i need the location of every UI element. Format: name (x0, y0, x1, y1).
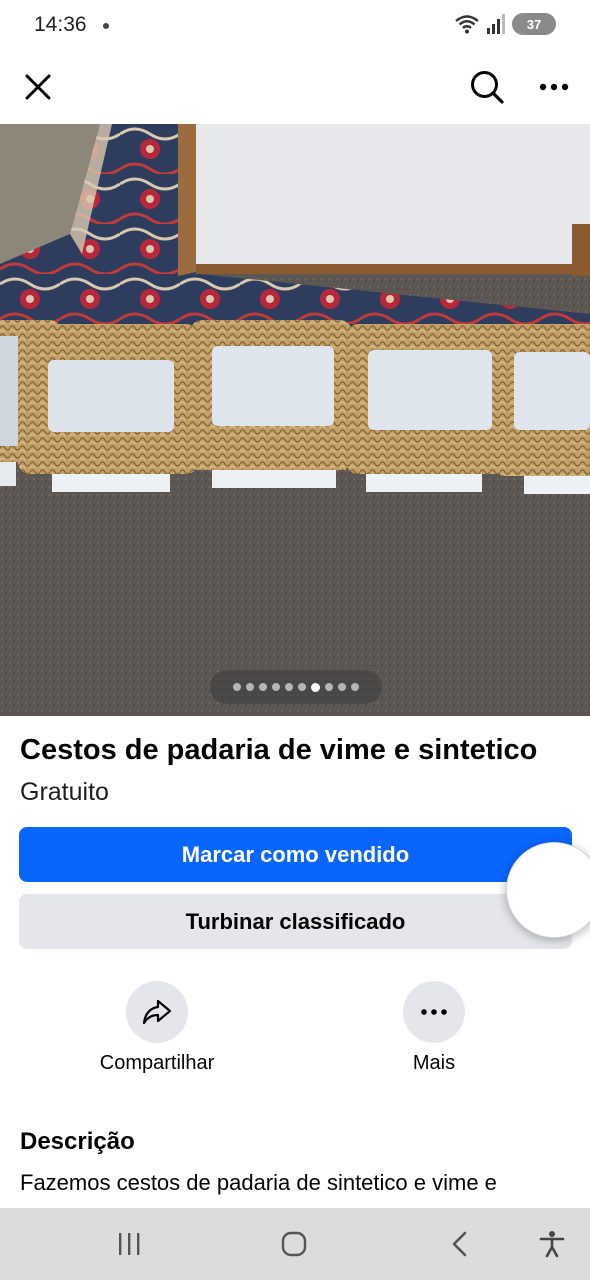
status-icons: 37 (454, 13, 556, 35)
close-button[interactable] (13, 62, 63, 112)
more-action[interactable]: Mais (354, 981, 514, 1075)
status-bar: 14:36 37 (0, 0, 590, 50)
recents-icon (119, 1233, 140, 1255)
top-bar (0, 50, 590, 124)
image-pager (210, 670, 382, 704)
listing-photo[interactable] (0, 124, 590, 716)
pager-dot[interactable] (338, 683, 346, 691)
more-button[interactable] (403, 981, 465, 1043)
pager-dot[interactable] (233, 683, 241, 691)
accessibility-button[interactable] (532, 1224, 572, 1264)
share-icon (142, 999, 172, 1025)
listing-title: Cestos de padaria de vime e sintetico (20, 734, 538, 766)
battery-level: 37 (526, 16, 542, 32)
search-button[interactable] (462, 62, 512, 112)
signal-icon (487, 14, 505, 34)
back-icon (452, 1231, 467, 1257)
pager-dot[interactable] (259, 683, 267, 691)
search-icon (471, 71, 504, 104)
battery-indicator: 37 (512, 13, 556, 35)
description-heading: Descrição (20, 1128, 135, 1155)
back-button[interactable] (440, 1224, 480, 1264)
share-label: Compartilhar (99, 1052, 215, 1074)
mark-as-sold-button[interactable]: Marcar como vendido (19, 827, 572, 882)
pager-dot[interactable] (351, 683, 359, 691)
pager-dot[interactable] (298, 683, 306, 691)
close-icon (25, 74, 51, 100)
pager-dot[interactable] (325, 683, 333, 691)
pager-dot-active[interactable] (311, 682, 320, 692)
home-icon (281, 1231, 307, 1257)
share-button[interactable] (126, 981, 188, 1043)
pager-dot[interactable] (285, 683, 293, 691)
wifi-icon (455, 15, 479, 34)
listing-price: Gratuito (20, 778, 109, 806)
status-time: 14:36 (34, 13, 87, 36)
listing-photo-image (0, 124, 590, 716)
more-label: Mais (412, 1052, 456, 1074)
more-horizontal-icon (421, 1009, 447, 1015)
share-action[interactable]: Compartilhar (77, 981, 237, 1075)
description-text: Fazemos cestos de padaria de sintetico e… (20, 1170, 497, 1195)
more-horizontal-icon (539, 83, 569, 91)
more-options-button[interactable] (529, 62, 579, 112)
notification-dot-icon (102, 23, 109, 29)
pager-dot[interactable] (272, 683, 280, 691)
pager-dot[interactable] (246, 683, 254, 691)
home-button[interactable] (274, 1224, 314, 1264)
accessibility-icon (539, 1231, 565, 1258)
recents-button[interactable] (109, 1224, 149, 1264)
system-nav-bar (0, 1208, 590, 1280)
boost-listing-button[interactable]: Turbinar classificado (19, 894, 572, 949)
